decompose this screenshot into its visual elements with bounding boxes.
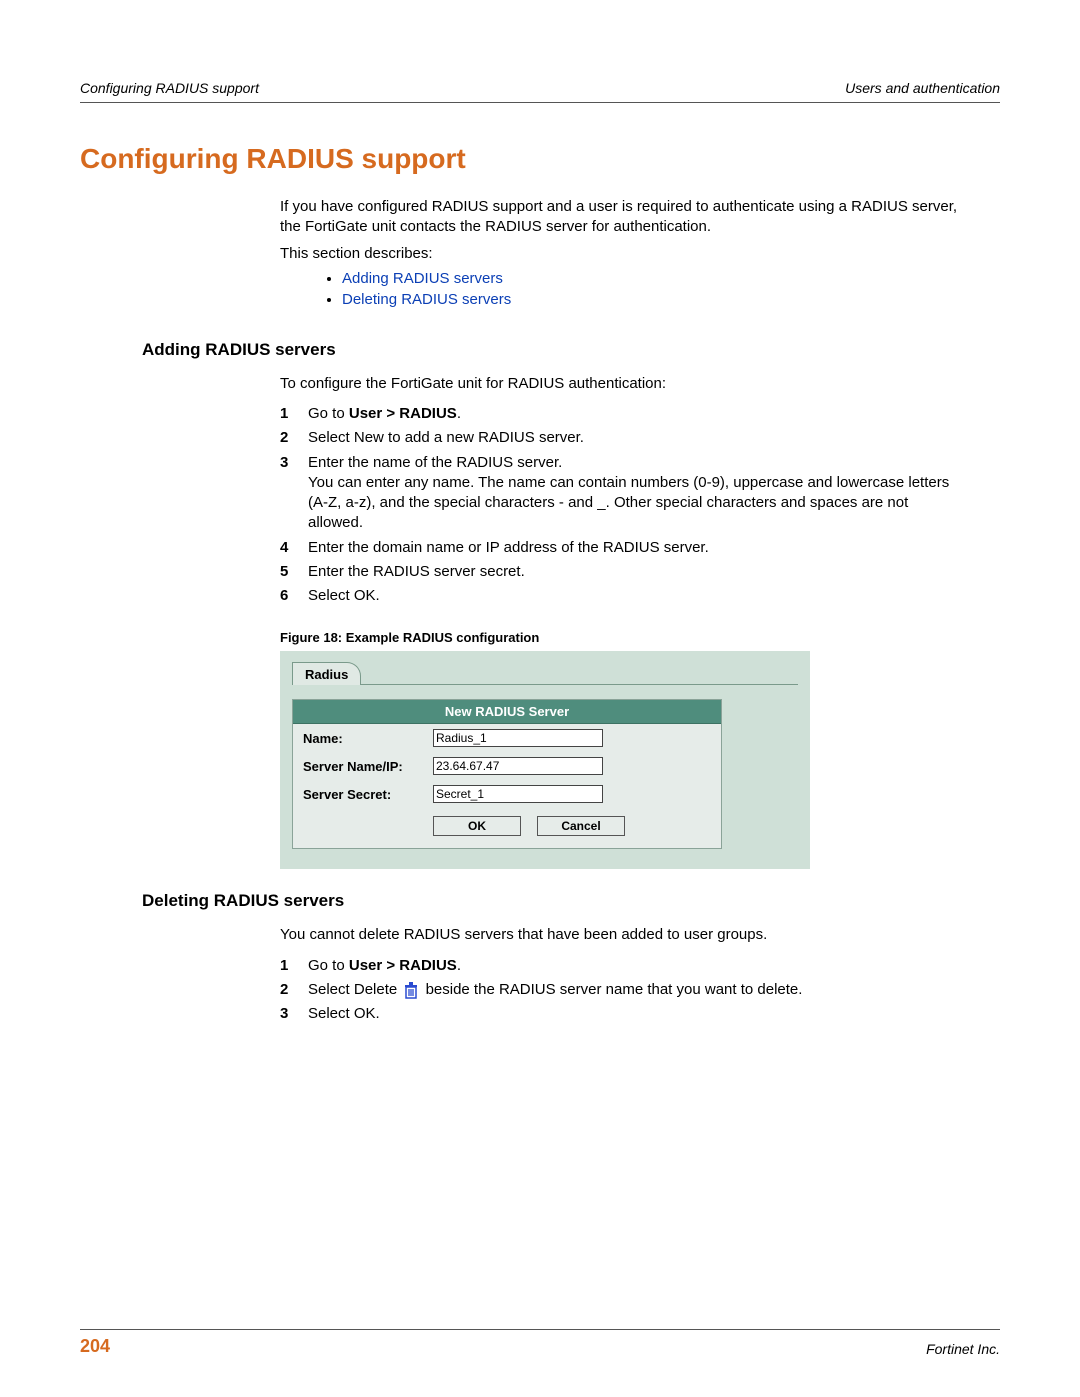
page-header: Configuring RADIUS support Users and aut… — [80, 80, 1000, 103]
step-row: 1 Go to User > RADIUS. — [280, 404, 960, 424]
intro-paragraph-1: If you have configured RADIUS support an… — [280, 197, 960, 238]
page-title: Configuring RADIUS support — [80, 143, 1000, 175]
step-text: Go to User > RADIUS. — [308, 956, 960, 976]
step-row: 3 Select OK. — [280, 1004, 960, 1024]
step-row: 6 Select OK. — [280, 586, 960, 606]
step-text: Go to User > RADIUS. — [308, 404, 960, 424]
section-heading-delete: Deleting RADIUS servers — [142, 891, 1000, 911]
step-text-part: . — [457, 405, 461, 422]
tab-radius[interactable]: Radius — [292, 662, 361, 685]
document-page: Configuring RADIUS support Users and aut… — [0, 0, 1080, 1397]
figure-example-radius: Radius New RADIUS Server Name: Server Na… — [280, 651, 810, 869]
step-number: 1 — [280, 956, 308, 976]
step-number: 3 — [280, 453, 308, 534]
trash-icon — [403, 981, 419, 999]
step-number: 5 — [280, 562, 308, 582]
step-text-part: beside the RADIUS server name that you w… — [426, 981, 803, 998]
form-title: New RADIUS Server — [293, 700, 721, 724]
step-row: 2 Select Delete beside the RADIUS server… — [280, 980, 960, 1000]
footer-right: Fortinet Inc. — [926, 1341, 1000, 1357]
form-label-secret: Server Secret: — [303, 787, 433, 802]
step-text-bold: User > RADIUS — [349, 957, 457, 974]
step-number: 2 — [280, 980, 308, 1000]
step-number: 2 — [280, 428, 308, 448]
name-input[interactable] — [433, 729, 603, 747]
step-text: Select OK. — [308, 1004, 960, 1024]
page-footer: 204 Fortinet Inc. — [80, 1329, 1000, 1357]
step-number: 1 — [280, 404, 308, 424]
step-text-part: Go to — [308, 405, 349, 422]
intro-block: If you have configured RADIUS support an… — [280, 191, 960, 318]
step-text: Select New to add a new RADIUS server. — [308, 428, 960, 448]
step-number: 4 — [280, 538, 308, 558]
step-text-part: . — [457, 957, 461, 974]
form-row-name: Name: — [293, 724, 721, 752]
add-radius-link[interactable]: Adding RADIUS servers — [342, 270, 503, 287]
header-right: Users and authentication — [845, 80, 1000, 96]
cancel-button[interactable]: Cancel — [537, 816, 625, 836]
step-text-part: Go to — [308, 957, 349, 974]
step-text: Enter the RADIUS server secret. — [308, 562, 960, 582]
delete-radius-link[interactable]: Deleting RADIUS servers — [342, 291, 511, 308]
form-row-server: Server Name/IP: — [293, 752, 721, 780]
step-row: 2 Select New to add a new RADIUS server. — [280, 428, 960, 448]
form-button-row: OK Cancel — [293, 808, 721, 836]
delete-steps: 1 Go to User > RADIUS. 2 Select Delete b… — [280, 952, 960, 1029]
ok-button[interactable]: OK — [433, 816, 521, 836]
page-number: 204 — [80, 1336, 110, 1357]
step-text: Select OK. — [308, 586, 960, 606]
server-secret-input[interactable] — [433, 785, 603, 803]
step-text-bold: User > RADIUS — [349, 405, 457, 422]
form-label-name: Name: — [303, 731, 433, 746]
form-label-server: Server Name/IP: — [303, 759, 433, 774]
step-text-line: Enter the name of the RADIUS server. — [308, 453, 960, 473]
add-intro-text: To configure the FortiGate unit for RADI… — [280, 374, 960, 394]
intro-links-list: Adding RADIUS servers Deleting RADIUS se… — [302, 270, 960, 308]
form-new-radius-server: New RADIUS Server Name: Server Name/IP: … — [292, 699, 722, 849]
link-item: Adding RADIUS servers — [342, 270, 960, 287]
step-note: You can enter any name. The name can con… — [308, 473, 960, 534]
tab-strip: Radius — [292, 661, 798, 685]
step-text: Select Delete beside the RADIUS server n… — [308, 980, 960, 1000]
server-ip-input[interactable] — [433, 757, 603, 775]
section-heading-add: Adding RADIUS servers — [142, 340, 1000, 360]
add-steps: 1 Go to User > RADIUS. 2 Select New to a… — [280, 400, 960, 610]
figure-caption: Figure 18: Example RADIUS configuration — [280, 630, 1000, 645]
step-number: 3 — [280, 1004, 308, 1024]
step-text: Enter the domain name or IP address of t… — [308, 538, 960, 558]
step-row: 3 Enter the name of the RADIUS server. Y… — [280, 453, 960, 534]
header-left: Configuring RADIUS support — [80, 80, 259, 96]
delete-intro-block: You cannot delete RADIUS servers that ha… — [280, 919, 960, 951]
delete-intro-text: You cannot delete RADIUS servers that ha… — [280, 925, 960, 945]
step-row: 1 Go to User > RADIUS. — [280, 956, 960, 976]
form-row-secret: Server Secret: — [293, 780, 721, 808]
step-row: 4 Enter the domain name or IP address of… — [280, 538, 960, 558]
intro-paragraph-2: This section describes: — [280, 244, 960, 264]
step-text: Enter the name of the RADIUS server. You… — [308, 453, 960, 534]
step-text-part: Select Delete — [308, 981, 401, 998]
add-intro-block: To configure the FortiGate unit for RADI… — [280, 368, 960, 400]
step-row: 5 Enter the RADIUS server secret. — [280, 562, 960, 582]
link-item: Deleting RADIUS servers — [342, 291, 960, 308]
step-number: 6 — [280, 586, 308, 606]
